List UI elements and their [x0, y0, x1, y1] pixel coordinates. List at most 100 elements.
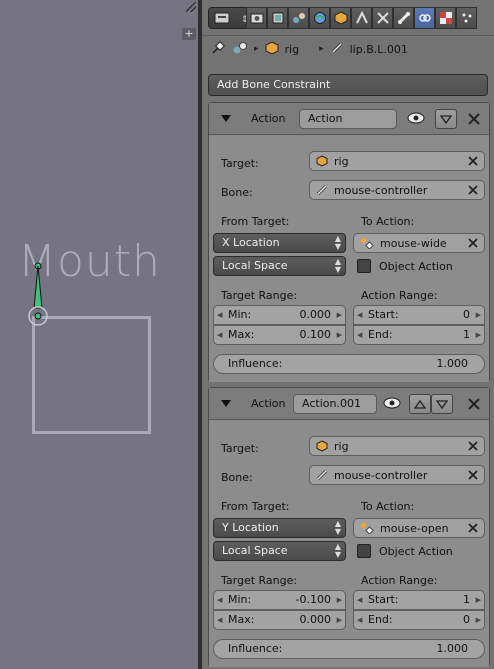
- end-field[interactable]: ◀ End: 1 ▶: [353, 325, 485, 345]
- clear-icon[interactable]: [466, 154, 480, 168]
- decrement-arrow-icon[interactable]: ◀: [357, 326, 362, 344]
- delete-constraint-button[interactable]: [465, 395, 483, 413]
- end-value: 0: [463, 613, 470, 626]
- increment-arrow-icon[interactable]: ▶: [476, 611, 481, 629]
- action-value: mouse-wide: [380, 236, 447, 250]
- object-action-checkbox[interactable]: [357, 259, 371, 273]
- max-field[interactable]: ◀ Max: 0.000 ▶: [213, 610, 346, 630]
- constraint-header[interactable]: Action Action.001: [209, 388, 489, 420]
- clear-icon[interactable]: [466, 183, 480, 197]
- delete-constraint-button[interactable]: [465, 110, 483, 128]
- toolshelf-toggle-icon[interactable]: +: [182, 28, 196, 40]
- to-action-label: To Action:: [361, 500, 415, 513]
- influence-label: Influence:: [228, 357, 283, 370]
- constraints-icon[interactable]: [351, 7, 372, 29]
- influence-slider[interactable]: Influence: 1.000: [213, 354, 485, 374]
- decrement-arrow-icon[interactable]: ◀: [217, 591, 222, 609]
- constraint-header[interactable]: Action Action: [209, 103, 489, 135]
- breadcrumb-separator-icon: ▸: [319, 44, 324, 54]
- increment-arrow-icon[interactable]: ▶: [476, 326, 481, 344]
- 3d-viewport[interactable]: + Mouth: [0, 0, 198, 669]
- target-field[interactable]: rig: [309, 436, 485, 456]
- render-icon[interactable]: [246, 7, 267, 29]
- bone-constraints-icon[interactable]: [414, 7, 435, 29]
- increment-arrow-icon[interactable]: ▶: [337, 306, 342, 324]
- selected-bone[interactable]: [26, 258, 50, 328]
- target-field[interactable]: rig: [309, 151, 485, 171]
- bone-value: mouse-controller: [334, 183, 428, 197]
- transform-channel-value: X Location: [222, 236, 280, 249]
- start-field[interactable]: ◀ Start: 0 ▶: [353, 305, 485, 325]
- mouth-controller-frame[interactable]: [32, 316, 151, 434]
- target-value: rig: [334, 439, 349, 453]
- start-field[interactable]: ◀ Start: 1 ▶: [353, 590, 485, 610]
- min-field[interactable]: ◀ Min: 0.000 ▶: [213, 305, 346, 325]
- transform-channel-dropdown[interactable]: X Location ▲ ▼: [213, 233, 346, 253]
- particles-icon[interactable]: [456, 7, 477, 29]
- eye-icon[interactable]: [407, 111, 425, 125]
- end-value: 1: [463, 328, 470, 341]
- object-icon[interactable]: [330, 7, 351, 29]
- clear-icon[interactable]: [466, 521, 480, 535]
- constraint-name-field[interactable]: Action: [299, 109, 397, 129]
- world-icon[interactable]: [309, 7, 330, 29]
- pin-icon[interactable]: [210, 40, 226, 58]
- object-action-checkbox[interactable]: [357, 544, 371, 558]
- decrement-arrow-icon[interactable]: ◀: [357, 611, 362, 629]
- to-action-label: To Action:: [361, 215, 415, 228]
- decrement-arrow-icon[interactable]: ◀: [357, 591, 362, 609]
- decrement-arrow-icon[interactable]: ◀: [217, 306, 222, 324]
- min-field[interactable]: ◀ Min: -0.100 ▶: [213, 590, 346, 610]
- target-space-dropdown[interactable]: Local Space ▲ ▼: [213, 256, 346, 276]
- bone-field[interactable]: mouse-controller: [309, 465, 485, 485]
- from-target-label: From Target:: [221, 215, 290, 228]
- decrement-arrow-icon[interactable]: ◀: [357, 306, 362, 324]
- move-down-button[interactable]: [435, 109, 457, 129]
- max-value: 0.100: [299, 328, 332, 341]
- scene-icon[interactable]: [288, 7, 309, 29]
- target-value: rig: [334, 154, 349, 168]
- start-label: Start:: [368, 593, 399, 606]
- move-up-button[interactable]: [409, 394, 431, 414]
- transform-channel-dropdown[interactable]: Y Location ▲ ▼: [213, 518, 346, 538]
- clear-icon[interactable]: [466, 236, 480, 250]
- area-split-corner[interactable]: [186, 2, 196, 12]
- increment-arrow-icon[interactable]: ▶: [337, 611, 342, 629]
- constraint-name-field[interactable]: Action.001: [293, 394, 377, 414]
- max-field[interactable]: ◀ Max: 0.100 ▶: [213, 325, 346, 345]
- bone-label: Bone:: [221, 471, 253, 484]
- increment-arrow-icon[interactable]: ▶: [476, 306, 481, 324]
- end-field[interactable]: ◀ End: 0 ▶: [353, 610, 485, 630]
- clear-icon[interactable]: [466, 439, 480, 453]
- decrement-arrow-icon[interactable]: ◀: [217, 611, 222, 629]
- influence-value: 1.000: [436, 357, 469, 370]
- modifiers-icon[interactable]: [372, 7, 393, 29]
- breadcrumb-separator-icon: ▸: [254, 44, 259, 54]
- target-range-label: Target Range:: [221, 574, 298, 587]
- move-down-button[interactable]: [431, 394, 453, 414]
- bone-icon[interactable]: [393, 7, 414, 29]
- action-range-label: Action Range:: [361, 574, 438, 587]
- eye-icon[interactable]: [383, 396, 401, 410]
- action-field[interactable]: mouse-open: [353, 518, 485, 538]
- from-target-label: From Target:: [221, 500, 290, 513]
- target-space-dropdown[interactable]: Local Space ▲ ▼: [213, 541, 346, 561]
- breadcrumb-armature: rig: [284, 42, 300, 56]
- increment-arrow-icon[interactable]: ▶: [337, 326, 342, 344]
- collapse-triangle-icon[interactable]: [221, 115, 231, 122]
- influence-value: 1.000: [436, 642, 469, 655]
- increment-arrow-icon[interactable]: ▶: [476, 591, 481, 609]
- add-bone-constraint-dropdown[interactable]: Add Bone Constraint: [208, 74, 488, 96]
- target-space-value: Local Space: [222, 544, 288, 557]
- texture-icon[interactable]: [435, 7, 456, 29]
- influence-slider[interactable]: Influence: 1.000: [213, 639, 485, 659]
- dropdown-arrows-icon: ▲ ▼: [334, 234, 341, 251]
- properties-header: ⇕: [202, 0, 494, 36]
- increment-arrow-icon[interactable]: ▶: [337, 591, 342, 609]
- clear-icon[interactable]: [466, 468, 480, 482]
- render-layers-icon[interactable]: [267, 7, 288, 29]
- decrement-arrow-icon[interactable]: ◀: [217, 326, 222, 344]
- bone-field[interactable]: mouse-controller: [309, 180, 485, 200]
- action-field[interactable]: mouse-wide: [353, 233, 485, 253]
- collapse-triangle-icon[interactable]: [221, 400, 231, 407]
